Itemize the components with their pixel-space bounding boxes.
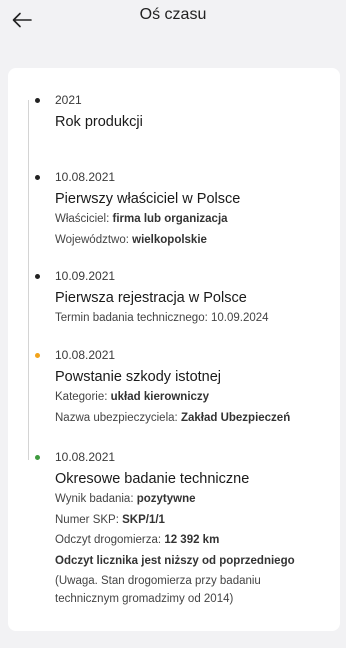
inspection-term: Termin badania technicznego: 10.09.2024	[55, 312, 269, 324]
skp-detail: Numer SKP: SKP/1/1	[55, 510, 338, 531]
result-detail: Wynik badania: pozytywne	[55, 489, 338, 510]
event-title: Pierwsza rejestracja w Polsce	[55, 290, 247, 306]
timeline-dot-success	[35, 455, 40, 460]
region-value: wielkopolskie	[132, 233, 207, 246]
event-date: 2021	[55, 93, 82, 107]
odometer-label: Odczyt drogomierza:	[55, 534, 162, 546]
owner-detail: Właściciel: firma lub organizacja	[55, 209, 338, 230]
insurer-value: Zakład Ubezpieczeń	[180, 411, 291, 424]
event-body: 2021 Rok produkcji	[55, 92, 338, 132]
odometer-note-line2: technicznym gromadzimy od 2014)	[55, 592, 234, 605]
odometer-value: 12 392 km	[164, 534, 220, 546]
event-title: Rok produkcji	[55, 114, 143, 130]
insurer-label: Nazwa ubezpieczyciela:	[55, 411, 178, 424]
timeline-dot-warning	[35, 353, 40, 358]
result-value: pozytywne	[136, 493, 196, 505]
event-body: 10.08.2021 Okresowe badanie techniczne W…	[55, 449, 338, 609]
insurer-detail: Nazwa ubezpieczyciela: Zakład Ubezpiecze…	[55, 408, 338, 429]
event-title: Powstanie szkody istotnej	[55, 369, 222, 385]
category-label: Kategorie:	[55, 391, 108, 403]
timeline-line	[28, 100, 29, 460]
page-title: Oś czasu	[139, 6, 207, 23]
event-body: 10.08.2021 Powstanie szkody istotnej Kat…	[55, 347, 338, 428]
timeline-dot	[35, 274, 40, 279]
app-header: Oś czasu	[0, 0, 346, 38]
event-title: Okresowe badanie techniczne	[55, 471, 250, 487]
region-detail: Województwo: wielkopolskie	[55, 230, 338, 251]
category-detail: Kategorie: układ kierowniczy	[55, 387, 338, 408]
timeline-dot	[35, 98, 40, 103]
timeline-dot	[35, 175, 40, 180]
event-title: Pierwszy właściciel w Polsce	[55, 191, 241, 207]
odometer-detail: Odczyt drogomierza: 12 392 km	[55, 530, 338, 551]
event-date: 10.08.2021	[55, 450, 116, 464]
skp-label: Numer SKP:	[55, 513, 119, 526]
event-body: 10.08.2021 Pierwszy właściciel w Polsce …	[55, 169, 338, 250]
event-date: 10.09.2021	[55, 269, 116, 283]
event-date: 10.08.2021	[55, 170, 116, 184]
category-value: układ kierowniczy	[110, 391, 210, 403]
skp-value: SKP/1/1	[122, 513, 165, 526]
event-date: 10.08.2021	[55, 348, 116, 362]
result-label: Wynik badania:	[55, 493, 134, 505]
event-body: 10.09.2021 Pierwsza rejestracja w Polsce…	[55, 268, 338, 329]
region-label: Województwo:	[55, 233, 129, 246]
owner-label: Właściciel:	[55, 213, 110, 225]
owner-value: firma lub organizacja	[112, 213, 228, 225]
odometer-warning: Odczyt licznika jest niższy od poprzedni…	[55, 554, 295, 567]
